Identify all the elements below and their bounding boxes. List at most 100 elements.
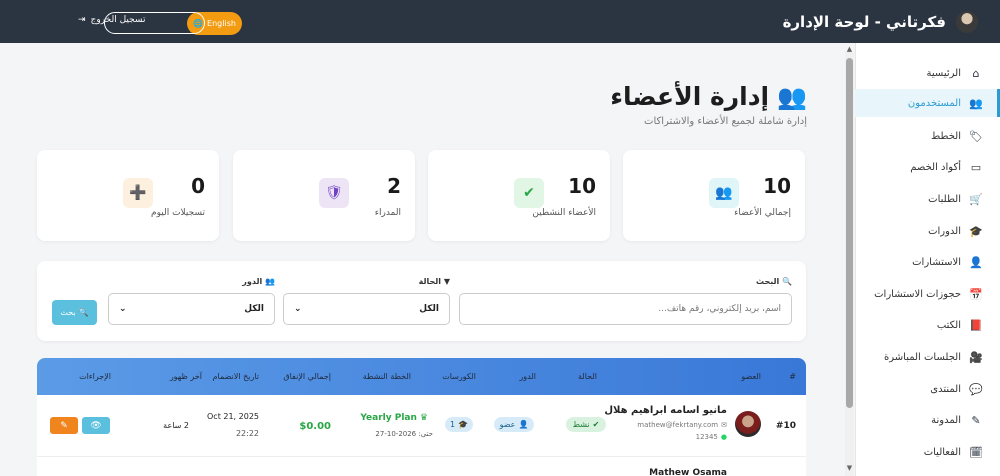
search-icon: 🔍 [782,277,792,286]
sidebar-item-forum[interactable]: 💬 المنتدى [855,375,1000,403]
eye-icon: 👁 [90,420,102,431]
users-icon: 👥 [969,96,983,110]
sidebar-item-label: الخطط [931,130,961,142]
logout-link[interactable]: تسجيل الخروج ⇥ [78,15,145,25]
column-header: الإجراءات [79,372,111,381]
sidebar-item-label: حجوزات الاستشارات [874,288,961,300]
graduation-cap-icon: 🎓 [458,420,469,429]
scroll-up-arrow[interactable]: ▲ [845,45,854,53]
column-header: الدور [519,372,536,381]
sidebar-item-label: الدورات [928,225,961,237]
active-plan: ♛ Yearly Plan [360,413,428,423]
plan-expiry: حتى: 2026-10-27 [375,430,433,438]
status-badge: ✔ نشط [566,417,606,432]
search-button[interactable]: 🔍 بحث [52,300,97,325]
sidebar-item-books[interactable]: 📕 الكتب [855,311,1000,339]
crown-icon: ♛ [419,413,428,423]
brand: فكرتاني - لوحة الإدارة [783,10,978,33]
consultant-icon: 👤 [969,255,983,269]
table-row: #10 مانيو اسامه ابراهيم هلال ✉ mathew@fek… [37,395,806,457]
sidebar-item-consultations[interactable]: 👤 الاستشارات [855,248,1000,276]
column-header: تاريخ الانضمام [212,372,259,381]
join-time: 22:22 [235,429,259,438]
calendar-icon: 🗓 [969,445,983,459]
sidebar-item-label: المنتدى [930,383,961,395]
tags-icon: 🏷 [969,129,983,143]
chevron-down-icon: ⌄ [294,304,302,314]
stat-value: 0 [191,174,205,198]
status-label-text: الحالة [418,277,442,286]
search-placeholder: اسم، بريد إلكتروني، رقم هاتف... [658,304,781,314]
stat-label: إجمالي الأعضاء [734,208,791,218]
sidebar-item-home[interactable]: ⌂ الرئيسية [855,59,1000,87]
sidebar: ⌂ الرئيسية 👥 المستخدمون 🏷 الخطط ▭ أكواد الخص… [855,43,1000,476]
users-cog-icon: 👥 [265,277,275,286]
column-header: العضو [741,372,761,381]
sidebar-item-consultation-bookings[interactable]: 📅 حجوزات الاستشارات [855,280,1000,308]
admin-avatar [956,10,978,33]
blog-icon: ✎ [971,413,981,427]
join-date: Oct 21, 2025 [207,412,259,421]
stat-label: الأعضاء النشطين [532,208,596,218]
stat-value: 2 [387,174,401,198]
sidebar-item-label: الفعاليات [923,446,961,458]
search-label-text: البحث [755,277,780,286]
total-spent: $0.00 [299,421,331,432]
sidebar-item-label: الكتب [936,319,961,331]
logout-label: تسجيل الخروج [90,15,146,25]
scroll-down-arrow[interactable]: ▼ [845,464,854,472]
sidebar-item-orders[interactable]: 🛒 الطلبات [855,185,1000,213]
status-select-value: الكل [419,304,439,314]
member-name[interactable]: Mathew Osama [649,468,727,476]
sidebar-item-users[interactable]: 👥 المستخدمون [855,89,1000,117]
sidebar-item-label: المستخدمون [907,97,961,109]
cart-icon: 🛒 [969,192,983,206]
member-avatar [735,411,761,437]
book-icon: 📕 [969,318,983,332]
language-button-label: English [207,19,236,28]
comments-icon: 💬 [969,382,983,396]
status-label: ▼ الحالة [419,277,450,286]
filter-panel: 🔍 البحث اسم، بريد إلكتروني، رقم هاتف... … [37,261,806,341]
search-input[interactable]: اسم، بريد إلكتروني، رقم هاتف... [459,293,792,325]
members-table: # العضو الحالة الدور الكورسات الخطة النش… [37,358,806,476]
edit-button[interactable]: ✎ [50,417,78,434]
active-plan-name: Yearly Plan [360,413,417,423]
stat-label: تسجيلات اليوم [151,208,205,218]
user-check-icon: ✔ [514,178,544,208]
sidebar-item-plans[interactable]: 🏷 الخطط [855,122,1000,150]
stat-value: 10 [568,174,596,198]
role-label-text: الدور [242,277,263,286]
calendar-check-icon: 📅 [969,287,983,301]
member-email-text: mathew@fekrtany.com [637,421,719,429]
user-plus-icon: ➕ [123,178,153,208]
sidebar-item-courses[interactable]: 🎓 الدورات [855,217,1000,245]
scrollbar-thumb[interactable] [846,58,853,408]
envelope-icon: ✉ [721,421,727,429]
page-subtitle: إدارة شاملة لجميع الأعضاء والاشتراكات [644,116,807,127]
member-phone-text: 12345 [695,433,718,441]
status-badge-text: نشط [572,420,590,429]
sidebar-item-label: الرئيسية [926,67,961,79]
sidebar-item-coupons[interactable]: ▭ أكواد الخصم [855,153,1000,181]
member-name[interactable]: مانيو اسامه ابراهيم هلال [604,405,727,416]
stat-card-today-registrations: 0 تسجيلات اليوم ➕ [37,150,219,241]
search-label: 🔍 البحث [756,277,792,286]
users-icon: 👥 [709,178,739,208]
edit-icon: ✎ [60,420,68,431]
sidebar-item-blog[interactable]: ✎ المدونة [855,406,1000,434]
column-header: الكورسات [442,372,476,381]
view-button[interactable]: 👁 [82,417,110,434]
column-header: الحالة [578,372,597,381]
video-icon: 🎥 [969,350,983,364]
sidebar-item-events[interactable]: 🗓 الفعاليات [855,438,1000,466]
sidebar-item-label: الطلبات [928,193,961,205]
sidebar-item-live-sessions[interactable]: 🎥 الجلسات المباشرة [855,343,1000,371]
role-select[interactable]: الكل ⌄ [108,293,275,325]
column-header: # [789,372,796,381]
status-select[interactable]: الكل ⌄ [283,293,450,325]
user-icon: 👤 [518,420,529,429]
search-icon: 🔍 [78,308,89,317]
role-badge: 👤 عضو [494,417,534,432]
page-title-text: إدارة الأعضاء [610,82,770,111]
